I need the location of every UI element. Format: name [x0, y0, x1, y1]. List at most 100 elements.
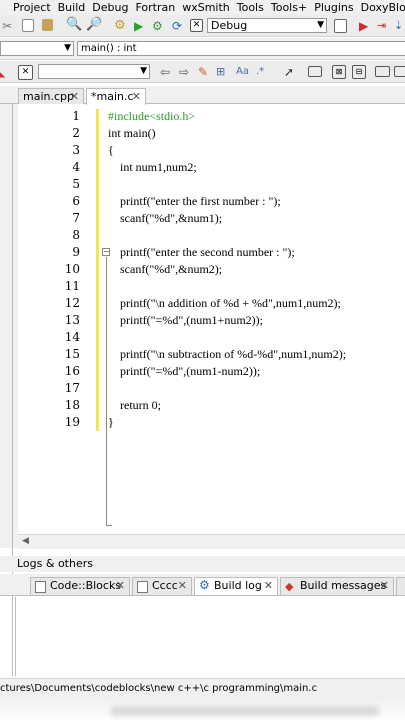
pointer-icon[interactable]: ➚ — [284, 65, 298, 79]
code-editor[interactable]: 1 2 3 4 5 6 7 8 9 10 11 12 13 14 15 16 17 18 19 − #include… — [18, 105, 405, 533]
code-line: } — [108, 415, 114, 429]
close-icon[interactable]: ✕ — [70, 89, 79, 104]
highlight-icon[interactable]: ✎ — [198, 65, 212, 79]
line-number: 18 — [64, 398, 80, 412]
line-number: 1 — [72, 109, 80, 123]
status-file-path: ctures\Documents\codeblocks\new c++\c pr… — [0, 683, 318, 694]
log-page-icon — [137, 581, 148, 593]
tab-build-log[interactable]: ⚙ Build log ✕ — [194, 577, 278, 595]
line-number: 17 — [64, 381, 80, 395]
rebuild-icon[interactable]: ⟳ — [172, 19, 186, 33]
close-icon[interactable]: ✕ — [132, 89, 141, 104]
status-bar: ctures\Documents\codeblocks\new c++\c pr… — [0, 678, 405, 698]
line-number: 3 — [72, 143, 80, 157]
copy-icon[interactable] — [22, 19, 34, 32]
search-toolbar: ◣ ✕ ▼ ⇦ ⇨ ✎ ⊞ Aa .* ➚ ⊠ ⊟ — [0, 61, 405, 83]
debug-continue-icon[interactable]: ⇥ — [377, 19, 391, 33]
tab-label: Code::Blocks — [50, 579, 122, 592]
jump-icon[interactable]: ◣ — [0, 65, 10, 79]
tab-build-messages[interactable]: ◆ Build messages ✕ — [280, 577, 394, 595]
box2-icon[interactable] — [394, 66, 405, 77]
code-line: { — [108, 143, 114, 157]
abort-icon[interactable]: ✕ — [190, 19, 203, 32]
arrow-right-icon[interactable]: ⇨ — [179, 65, 193, 79]
arrow-left-icon[interactable]: ⇦ — [160, 65, 174, 79]
horizontal-scrollbar[interactable]: ◀ — [18, 534, 405, 549]
logs-tabs: Code::Blocks ✕ Cccc ✕ ⚙ Build log ✕ ◆ Bu… — [0, 574, 405, 596]
blurred-overlay — [110, 706, 380, 716]
menu-project[interactable]: Project — [12, 1, 57, 14]
editor-tabs: main.cpp ✕ *main.c ✕ — [0, 86, 405, 105]
close-icon[interactable]: ✕ — [178, 578, 187, 594]
scroll-left-icon[interactable]: ◀ — [22, 536, 29, 546]
run-icon[interactable]: ▶ — [134, 19, 148, 33]
find-icon[interactable]: 🔍 — [66, 18, 82, 32]
code-line: printf("=%d",(num1+num2)); — [108, 313, 263, 327]
code-line: printf("=%d",(num1-num2)); — [108, 364, 261, 378]
tab-more[interactable] — [396, 577, 405, 595]
log-page-icon — [35, 581, 46, 593]
scope-select[interactable]: ▼ — [0, 41, 74, 56]
chevron-down-icon: ▼ — [140, 66, 147, 76]
line-number: 13 — [64, 313, 80, 327]
selected-text-icon[interactable]: ⊞ — [216, 65, 230, 79]
menu-fortran[interactable]: Fortran — [134, 1, 181, 14]
menu-bar: Project Build Debug Fortran wxSmith Tool… — [0, 0, 405, 15]
code-line: printf("enter the second number : "); — [108, 245, 295, 259]
replace-icon[interactable]: 🔎 — [86, 18, 102, 32]
tab-main-cpp[interactable]: main.cpp ✕ — [18, 88, 84, 104]
grid-icon[interactable]: ⊠ — [332, 65, 346, 79]
build-gear-icon[interactable]: ⚙ — [114, 19, 128, 33]
regex-icon[interactable]: .* — [256, 65, 270, 79]
code-line: scanf("%d",&num2); — [108, 262, 223, 276]
project-icon[interactable] — [334, 19, 347, 33]
code-line: int num1,num2; — [108, 160, 197, 174]
menu-tools-plus[interactable]: Tools+ — [270, 1, 313, 14]
clear-search-icon[interactable]: ✕ — [18, 65, 33, 80]
tab-main-c[interactable]: *main.c ✕ — [86, 88, 146, 105]
menu-doxyblocks[interactable]: DoxyBlo — [360, 1, 405, 14]
build-run-icon[interactable]: ⚙ — [152, 19, 166, 33]
tab-label: *main.c — [91, 90, 134, 103]
function-select[interactable]: main() : int — [77, 41, 405, 56]
pin-icon: ◆ — [285, 580, 294, 593]
line-number-gutter: 1 2 3 4 5 6 7 8 9 10 11 12 13 14 15 16 17 18 19 — [18, 105, 80, 533]
debug-icon[interactable]: ▶ — [359, 19, 373, 33]
menu-debug[interactable]: Debug — [91, 1, 134, 14]
tab-codeblocks[interactable]: Code::Blocks ✕ — [30, 577, 130, 595]
main-toolbar: ✂ 🔍 🔎 ⚙ ▶ ⚙ ⟳ ✕ Debug ▼ ▶ ⇥ ⇣ — [0, 15, 405, 37]
close-icon[interactable]: ✕ — [116, 578, 125, 594]
table-icon[interactable]: ⊟ — [352, 65, 366, 79]
code-completion-bar: ▼ main() : int — [0, 38, 405, 60]
left-panel-edge — [0, 86, 18, 548]
match-case-icon[interactable]: Aa — [236, 65, 250, 79]
menu-tools[interactable]: Tools — [236, 1, 270, 14]
search-input[interactable]: ▼ — [38, 64, 150, 79]
menu-build[interactable]: Build — [57, 1, 92, 14]
next-line-icon[interactable]: ⇣ — [394, 19, 405, 33]
build-log-panel[interactable] — [15, 597, 405, 676]
tab-label: main.cpp — [23, 90, 74, 103]
line-number: 8 — [72, 228, 80, 242]
paste-icon[interactable] — [42, 19, 53, 31]
line-number: 12 — [64, 296, 80, 310]
cut-icon[interactable]: ✂ — [2, 19, 16, 33]
code-line: printf("\n subtraction of %d-%d",num1,nu… — [108, 347, 347, 361]
tab-cccc[interactable]: Cccc ✕ — [132, 577, 192, 595]
menu-plugins[interactable]: Plugins — [313, 1, 359, 14]
tab-label: Cccc — [152, 579, 178, 592]
line-number: 15 — [64, 347, 80, 361]
logs-title: Logs & others — [17, 557, 93, 570]
box-icon[interactable] — [375, 66, 390, 77]
tab-label: Build messages — [300, 579, 387, 592]
line-number: 5 — [72, 177, 80, 191]
line-number: 9 — [72, 245, 80, 259]
fold-line — [106, 257, 107, 525]
rectangle-icon[interactable] — [308, 66, 322, 77]
chevron-down-icon: ▼ — [317, 20, 324, 30]
close-icon[interactable]: ✕ — [380, 578, 389, 594]
close-icon[interactable]: ✕ — [264, 578, 273, 594]
code-line: scanf("%d",&num1); — [108, 211, 223, 225]
build-target-select[interactable]: Debug ▼ — [207, 18, 327, 33]
menu-wxsmith[interactable]: wxSmith — [181, 1, 236, 14]
